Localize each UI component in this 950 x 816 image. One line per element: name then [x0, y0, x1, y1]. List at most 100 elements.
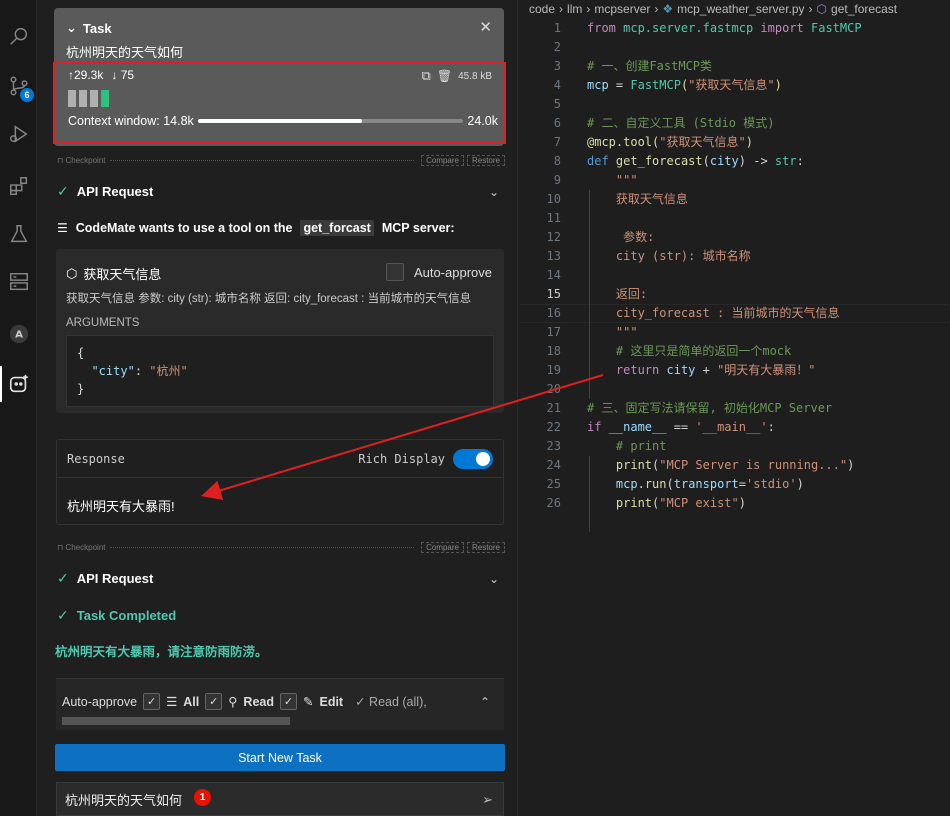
- code-area[interactable]: 1 from mcp.server.fastmcp import FastMCP …: [519, 19, 950, 532]
- server-name: get_forcast: [300, 220, 374, 236]
- edit-label: Edit: [319, 694, 344, 709]
- arg-colon: :: [134, 364, 150, 378]
- close-icon[interactable]: ✕: [479, 18, 492, 36]
- auto-approve-bar-label: Auto-approve: [62, 694, 138, 709]
- codemate-icon[interactable]: [7, 372, 31, 396]
- breadcrumb-item[interactable]: llm: [567, 2, 582, 16]
- tool-name: ⬡ 获取天气信息: [66, 264, 161, 283]
- search-icon: ⚲: [228, 695, 238, 709]
- checkpoint-label: Checkpoint: [65, 155, 106, 165]
- code-line: 15 返回:: [546, 287, 648, 301]
- horizontal-scrollbar[interactable]: [62, 717, 290, 725]
- edit-checkbox[interactable]: ✓: [280, 693, 297, 710]
- code-line: 17 """: [546, 325, 638, 339]
- bookmark-icon: ⊓: [57, 542, 64, 552]
- read-checkbox[interactable]: ✓: [205, 693, 223, 710]
- code-line: 20: [546, 382, 561, 396]
- chevron-down-icon[interactable]: ⌄: [489, 572, 499, 586]
- auto-approve-checkbox[interactable]: [385, 263, 404, 281]
- api-request-label: API Request: [76, 571, 154, 586]
- code-line: 13 city (str): 城市名称: [546, 249, 751, 263]
- args-close: }: [77, 382, 85, 396]
- rich-display-toggle[interactable]: [453, 448, 493, 469]
- code-line: 9 """: [553, 173, 638, 187]
- read-label: Read: [243, 694, 274, 709]
- tool-request: ☰ CodeMate wants to use a tool on the ge…: [57, 220, 455, 236]
- task-question: 杭州明天的天气如何: [66, 45, 184, 60]
- cube-icon: ⬡: [816, 2, 828, 16]
- all-label: All: [183, 694, 200, 709]
- active-indicator: [0, 366, 2, 402]
- code-line: 22 if __name__ == '__main__':: [546, 420, 775, 434]
- code-line: 21 # 三、固定写法请保留, 初始化MCP Server: [546, 401, 833, 415]
- task-completed-label: Task Completed: [76, 608, 177, 623]
- api-request-1[interactable]: ✓ API Request: [57, 183, 153, 200]
- restore-button[interactable]: Restore: [466, 154, 505, 166]
- auto-approve-summary: ✓ Read (all),: [355, 695, 427, 709]
- code-line: 4 mcp = FastMCP("获取天气信息"): [553, 78, 782, 92]
- search-icon[interactable]: [7, 24, 31, 48]
- activity-bar: 6 A: [0, 0, 37, 816]
- check-icon: ✓: [57, 183, 69, 199]
- ai-assistant-icon[interactable]: A: [7, 322, 31, 346]
- pencil-icon: ✎: [303, 695, 314, 709]
- check-icon: ✓: [57, 570, 69, 586]
- code-line: 3 # 一、创建FastMCP类: [553, 59, 713, 73]
- final-message: 杭州明天有大暴雨，请注意防雨防涝。: [55, 645, 268, 659]
- extensions-icon[interactable]: [7, 174, 31, 198]
- code-line: 23 # print: [546, 439, 667, 453]
- code-line: 12 参数:: [546, 230, 655, 244]
- chevron-up-icon[interactable]: ⌃: [480, 695, 490, 709]
- annotation-badge: 1: [194, 788, 212, 806]
- chat-input[interactable]: 杭州明天的天气如何 1 ➢: [56, 782, 504, 816]
- tool-description: 获取天气信息 参数: city (str): 城市名称 返回: city_for…: [66, 293, 472, 305]
- chevron-down-icon: ⌄: [66, 20, 77, 35]
- compare-button[interactable]: Compare: [421, 154, 464, 166]
- code-line: 6 # 二、自定义工具 (Stdio 模式): [553, 116, 775, 130]
- remote-explorer-icon[interactable]: [7, 270, 31, 294]
- python-file-icon: ❖: [662, 2, 674, 16]
- code-line: 26 print("MCP exist"): [546, 496, 746, 510]
- list-icon: ☰: [166, 695, 178, 709]
- cube-icon: ⬡: [66, 265, 78, 281]
- response-card: Response Rich Display 杭州明天有大暴雨!: [56, 439, 504, 525]
- task-header[interactable]: ⌄ Task: [66, 20, 112, 36]
- breadcrumb: code › llm › mcpserver › ❖ mcp_weather_serv…: [529, 2, 898, 16]
- testing-icon[interactable]: [7, 222, 31, 246]
- tool-auto-approve[interactable]: Auto-approve: [385, 263, 492, 281]
- code-line: 24 print("MCP Server is running..."): [546, 458, 855, 472]
- checkpoint-1: ⊓ Checkpoint Compare Restore: [57, 153, 505, 167]
- code-line: 7 @mcp.tool("获取天气信息"): [553, 135, 753, 149]
- code-line: 5: [553, 97, 561, 111]
- arguments-label: ARGUMENTS: [66, 317, 140, 329]
- check-icon: ✓: [57, 607, 69, 623]
- code-editor[interactable]: code › llm › mcpserver › ❖ mcp_weather_serv…: [519, 0, 950, 816]
- arguments-code: { "city": "杭州" }: [66, 335, 494, 407]
- response-text: 杭州明天有大暴雨!: [67, 499, 175, 514]
- all-checkbox[interactable]: ✓: [143, 693, 161, 710]
- api-request-2[interactable]: ✓ API Request: [57, 570, 153, 587]
- breadcrumb-item[interactable]: code: [529, 2, 555, 16]
- source-control-badge: 6: [20, 88, 34, 102]
- code-line: 19 return city + "明天有大暴雨！": [546, 363, 816, 377]
- rich-display-label: Rich Display: [358, 451, 445, 466]
- svg-text:A: A: [15, 330, 23, 341]
- checkpoint-label: Checkpoint: [65, 542, 106, 552]
- auto-approve-options: Auto-approve ✓ ☰ All ✓ ⚲ Read ✓ ✎ Edit ✓…: [62, 693, 427, 710]
- checkpoint-2: ⊓ Checkpoint Compare Restore: [57, 540, 505, 554]
- breadcrumb-item[interactable]: get_forecast: [831, 2, 897, 16]
- send-icon[interactable]: ➢: [482, 792, 493, 808]
- start-new-task-button[interactable]: Start New Task: [55, 744, 505, 771]
- response-header: Response Rich Display: [57, 440, 503, 478]
- api-request-label: API Request: [76, 184, 154, 199]
- breadcrumb-item[interactable]: mcpserver: [594, 2, 650, 16]
- restore-button[interactable]: Restore: [466, 541, 505, 553]
- chevron-down-icon[interactable]: ⌄: [489, 185, 499, 199]
- breadcrumb-item[interactable]: mcp_weather_server.py: [677, 2, 804, 16]
- chat-input-value: 杭州明天的天气如何: [65, 792, 183, 808]
- compare-button[interactable]: Compare: [421, 541, 464, 553]
- arg-key: "city": [91, 364, 135, 378]
- auto-approve-label: Auto-approve: [413, 264, 492, 280]
- code-line: 18 # 这里只是简单的返回一个mock: [546, 344, 792, 358]
- run-debug-icon[interactable]: [7, 122, 31, 146]
